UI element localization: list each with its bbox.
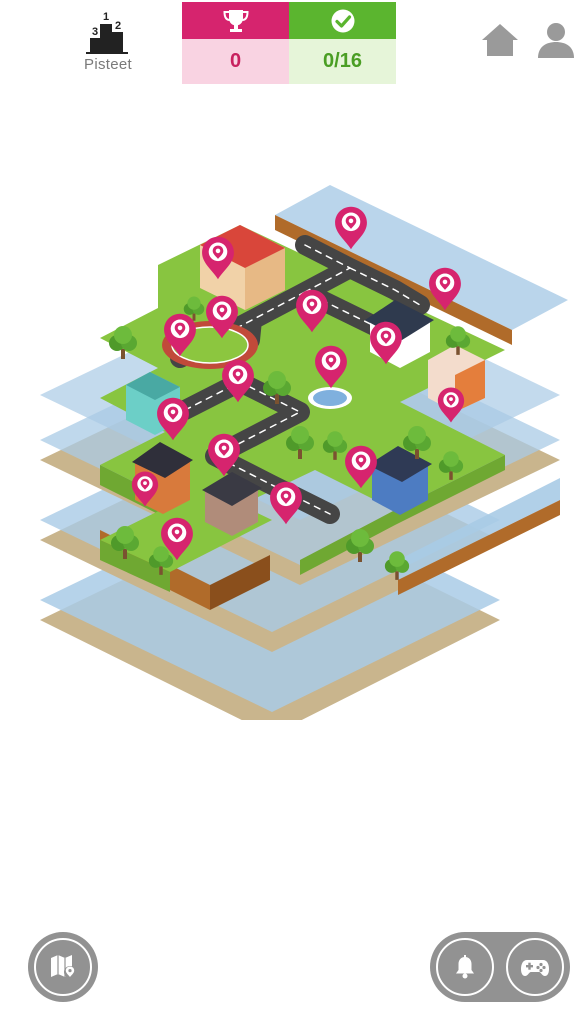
user-icon [538, 23, 574, 58]
gamepad-icon [521, 960, 549, 976]
leaderboard-button[interactable]: 1 2 3 Pisteet [70, 8, 146, 82]
notifications-button[interactable] [436, 938, 494, 996]
home-icon [482, 24, 518, 56]
podium-icon: 1 2 3 [86, 11, 128, 54]
trophy-score-value: 0 [182, 39, 289, 84]
svg-text:3: 3 [92, 26, 98, 38]
trophy-score-box: 0 [182, 2, 289, 84]
trophy-icon [222, 9, 249, 32]
map-pin-icon [51, 955, 76, 978]
top-bar: 1 2 3 Pisteet 0 0/16 [0, 0, 584, 90]
completed-progress-box: 0/16 [289, 2, 396, 84]
map-button[interactable] [28, 932, 98, 1002]
home-button[interactable] [478, 18, 522, 62]
bell-icon [456, 955, 474, 979]
city-map[interactable] [0, 160, 584, 720]
completed-progress-value: 0/16 [289, 39, 396, 84]
profile-button[interactable] [534, 18, 578, 62]
check-circle-icon [331, 9, 354, 32]
svg-text:1: 1 [103, 11, 109, 23]
leaderboard-label: Pisteet [84, 56, 132, 73]
bottom-controls [430, 932, 570, 1002]
game-button[interactable] [506, 938, 564, 996]
svg-text:2: 2 [115, 20, 121, 32]
